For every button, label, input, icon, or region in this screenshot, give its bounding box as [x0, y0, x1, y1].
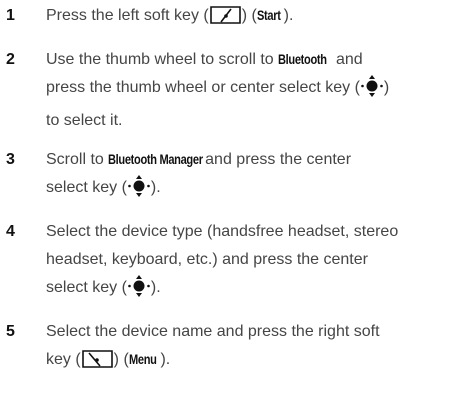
step-text: Select the device name and press the rig… [46, 318, 464, 379]
keyword-bluetooth: Bluetooth [278, 52, 327, 67]
center-select-key-icon [127, 275, 151, 307]
step-text: Press the left soft key () (Start). [46, 2, 464, 35]
keyword-bluetooth-manager: Bluetooth Manager [108, 152, 203, 167]
step-text: Use the thumb wheel to scroll to Bluetoo… [46, 46, 464, 135]
step-text: Select the device type (handsfree headse… [46, 218, 464, 307]
step-number: 1 [6, 7, 15, 24]
right-soft-key-icon [81, 349, 114, 379]
step-number: 5 [6, 323, 15, 340]
keyword-menu: Menu [128, 352, 157, 367]
left-soft-key-icon [209, 5, 242, 35]
keyword-start: Start [256, 8, 281, 23]
step-number: 3 [6, 151, 15, 168]
step-number: 2 [6, 51, 15, 68]
step-number: 4 [6, 223, 15, 240]
center-select-key-icon [127, 175, 151, 207]
center-select-key-icon [360, 75, 384, 107]
step-text: Scroll to Bluetooth Manager and press th… [46, 146, 464, 207]
